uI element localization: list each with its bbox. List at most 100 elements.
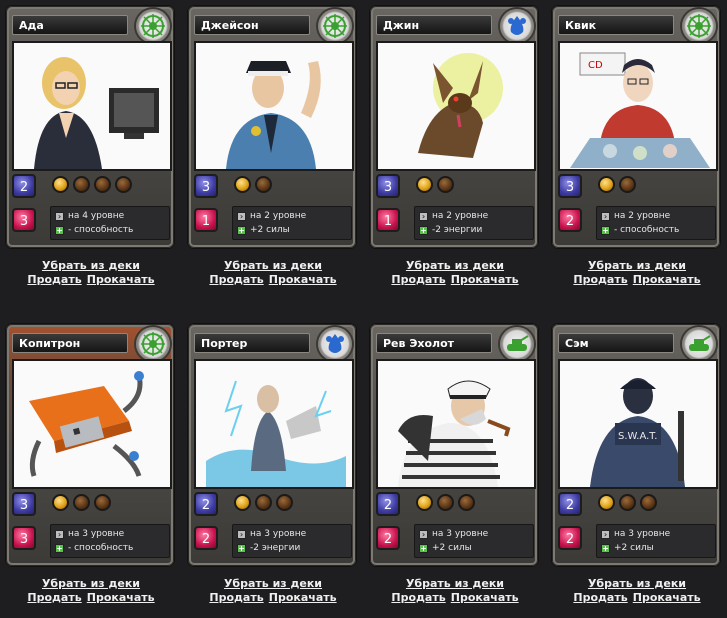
upgrade-link[interactable]: Прокачать — [87, 591, 155, 604]
level-line: › на 2 уровне — [601, 210, 670, 223]
plus-icon: + — [419, 226, 428, 235]
card-name: Джин — [376, 15, 492, 35]
level-line: › на 3 уровне — [237, 528, 306, 541]
arrow-right-icon: › — [55, 212, 64, 221]
card-name: Джейсон — [194, 15, 310, 35]
card-slot: Джейсон 3 1 › на 2 уровне + +2 силы Убрать из д… — [182, 0, 364, 300]
character-card[interactable]: Джин 3 1 › на 2 уровне + -2 энергии — [370, 6, 538, 248]
power-gem: 2 — [194, 526, 218, 550]
card-actions-row-2: Продать Прокачать — [182, 586, 364, 605]
card-slot: Копитрон 3 3 › на 3 уровне + - способность Убра… — [0, 318, 182, 618]
svg-text:S.W.A.T.: S.W.A.T. — [618, 431, 657, 442]
power-gem: 2 — [558, 526, 582, 550]
bonus-line: + - способность — [55, 224, 133, 237]
power-gem: 2 — [376, 526, 400, 550]
arrow-right-icon: › — [419, 530, 428, 539]
upgrade-link[interactable]: Прокачать — [633, 591, 701, 604]
character-card[interactable]: Ада 2 3 › на 4 уровне + - способность — [6, 6, 174, 248]
bonus-text: - способность — [68, 225, 134, 235]
cost-gem: 3 — [194, 174, 218, 198]
energy-slot-empty — [94, 494, 111, 511]
card-slot: Рев Эхолот 2 2 › на 3 уровне + +2 силы Убрать и… — [364, 318, 546, 618]
bonus-line: + +2 силы — [237, 224, 290, 237]
level-text: на 3 уровне — [614, 529, 671, 539]
energy-slot-empty — [94, 176, 111, 193]
sell-link[interactable]: Продать — [573, 591, 627, 604]
sell-link[interactable]: Продать — [209, 273, 263, 286]
energy-slot-full — [598, 494, 615, 511]
ability-info: › на 2 уровне + - способность — [596, 206, 716, 240]
sell-link[interactable]: Продать — [27, 273, 81, 286]
energy-slot-empty — [437, 176, 454, 193]
character-card[interactable]: Рев Эхолот 2 2 › на 3 уровне + +2 силы — [370, 324, 538, 566]
swat-officer-portrait: S.W.A.T. — [558, 359, 718, 489]
bonus-line: + -2 энергии — [419, 224, 482, 237]
cost-gem: 2 — [194, 492, 218, 516]
arrow-right-icon: › — [237, 530, 246, 539]
card-slot: Джин 3 1 › на 2 уровне + -2 энергии Убрать из д… — [364, 0, 546, 300]
card-slot: Квик CD 3 2 › на 2 уровне + - способность Убрать… — [546, 0, 727, 300]
woman-at-computer-portrait — [12, 41, 172, 171]
arrow-right-icon: › — [601, 212, 610, 221]
energy-slot-empty — [255, 494, 272, 511]
bonus-text: +2 силы — [432, 543, 472, 553]
energy-slot-full — [234, 176, 251, 193]
character-card[interactable]: Квик CD 3 2 › на 2 уровне + - способность — [552, 6, 720, 248]
sell-link[interactable]: Продать — [209, 591, 263, 604]
character-card[interactable]: Портер 2 2 › на 3 уровне + -2 энергии — [188, 324, 356, 566]
level-line: › на 3 уровне — [419, 528, 488, 541]
glowing-dog-portrait — [376, 41, 536, 171]
energy-slot-empty — [458, 494, 475, 511]
card-name: Рев Эхолот — [376, 333, 492, 353]
upgrade-link[interactable]: Прокачать — [269, 591, 337, 604]
sell-link[interactable]: Продать — [573, 273, 627, 286]
power-gem: 3 — [12, 526, 36, 550]
energy-slot-full — [52, 494, 69, 511]
plus-icon: + — [419, 544, 428, 553]
level-line: › на 3 уровне — [601, 528, 670, 541]
sell-link[interactable]: Продать — [27, 591, 81, 604]
cost-gem: 2 — [558, 492, 582, 516]
cost-gem: 3 — [558, 174, 582, 198]
ability-info: › на 3 уровне + -2 энергии — [232, 524, 352, 558]
ability-info: › на 3 уровне + +2 силы — [414, 524, 534, 558]
level-text: на 2 уровне — [614, 211, 671, 221]
character-card[interactable]: Джейсон 3 1 › на 2 уровне + +2 силы — [188, 6, 356, 248]
upgrade-link[interactable]: Прокачать — [451, 591, 519, 604]
arrow-right-icon: › — [601, 530, 610, 539]
faction-green-tech-icon — [136, 9, 170, 43]
faction-green-tech-icon — [318, 9, 352, 43]
energy-slots — [598, 494, 661, 514]
sell-link[interactable]: Продать — [391, 273, 445, 286]
character-card[interactable]: Сэм S.W.A.T. 2 2 › на 3 уровне + +2 силы — [552, 324, 720, 566]
bonus-line: + -2 энергии — [237, 542, 300, 555]
card-deck-grid: Ада 2 3 › на 4 уровне + - способность Убрать из… — [0, 0, 727, 609]
card-actions-row-2: Продать Прокачать — [0, 586, 182, 605]
card-actions-row-2: Продать Прокачать — [546, 268, 727, 287]
card-name: Ада — [12, 15, 128, 35]
character-card[interactable]: Копитрон 3 3 › на 3 уровне + - способность — [6, 324, 174, 566]
power-gem: 1 — [194, 208, 218, 232]
card-actions-row-2: Продать Прокачать — [546, 586, 727, 605]
card-actions-row-2: Продать Прокачать — [364, 586, 546, 605]
upgrade-link[interactable]: Прокачать — [87, 273, 155, 286]
faction-green-tank-icon — [682, 327, 716, 361]
faction-green-tech-icon — [136, 327, 170, 361]
faction-green-tech-icon — [682, 9, 716, 43]
upgrade-link[interactable]: Прокачать — [633, 273, 701, 286]
upgrade-link[interactable]: Прокачать — [451, 273, 519, 286]
upgrade-link[interactable]: Прокачать — [269, 273, 337, 286]
energy-slots — [52, 494, 115, 514]
plus-icon: + — [601, 226, 610, 235]
plus-icon: + — [237, 544, 246, 553]
bonus-text: +2 силы — [250, 225, 290, 235]
energy-slot-empty — [619, 176, 636, 193]
energy-slot-empty — [115, 176, 132, 193]
sell-link[interactable]: Продать — [391, 591, 445, 604]
bonus-line: + - способность — [601, 224, 679, 237]
man-with-cds-portrait: CD — [558, 41, 718, 171]
level-line: › на 2 уровне — [237, 210, 306, 223]
ability-info: › на 4 уровне + - способность — [50, 206, 170, 240]
bonus-line: + +2 силы — [419, 542, 472, 555]
cost-gem: 2 — [376, 492, 400, 516]
